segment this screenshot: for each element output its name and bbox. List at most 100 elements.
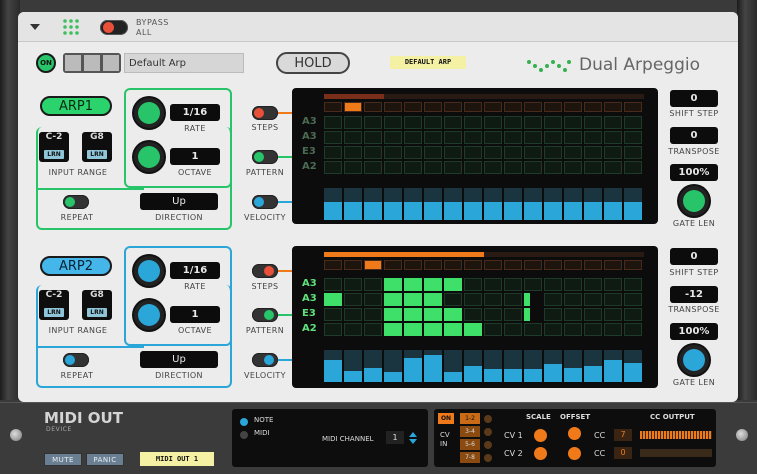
step-length-bar[interactable] (324, 252, 484, 257)
bypass-toggle[interactable] (100, 20, 128, 35)
pattern-cell[interactable] (504, 161, 522, 174)
pattern-cell[interactable] (424, 131, 442, 144)
velocity-bar[interactable] (564, 202, 582, 220)
pattern-cell[interactable] (424, 278, 442, 291)
pattern-cell[interactable] (324, 116, 342, 129)
cv1-scale-knob[interactable] (534, 429, 547, 442)
mute-button[interactable]: MUTE (44, 453, 82, 466)
pattern-cell[interactable] (604, 278, 622, 291)
velocity-bar[interactable] (564, 368, 582, 382)
pattern-cell[interactable] (484, 278, 502, 291)
pattern-cell[interactable] (544, 161, 562, 174)
pattern-cell[interactable] (384, 323, 402, 336)
cv-range-3-4[interactable]: 3-4 (460, 426, 480, 437)
arp2-shift-step-display[interactable]: 0 (670, 248, 718, 265)
pattern-cell[interactable] (544, 278, 562, 291)
pattern-cell[interactable] (464, 161, 482, 174)
step-cell[interactable] (364, 102, 382, 112)
step-cell[interactable] (584, 102, 602, 112)
cv-range-5-6[interactable]: 5-6 (460, 439, 480, 450)
pattern-cell[interactable] (344, 131, 362, 144)
pattern-cell[interactable] (524, 323, 542, 336)
arp1-range-high[interactable]: G8 LRN (82, 132, 112, 162)
pattern-cell[interactable] (624, 146, 642, 159)
pattern-cell[interactable] (564, 116, 582, 129)
velocity-bar[interactable] (444, 202, 462, 220)
pattern-cell[interactable] (484, 323, 502, 336)
velocity-bar[interactable] (384, 202, 402, 220)
pattern-cell[interactable] (504, 323, 522, 336)
pattern-cell[interactable] (564, 278, 582, 291)
arp2-repeat-toggle[interactable] (63, 353, 89, 367)
arp1-octave-knob[interactable] (134, 142, 164, 172)
pattern-cell[interactable] (344, 308, 362, 321)
pattern-cell[interactable] (444, 161, 462, 174)
arp1-rate-knob[interactable] (134, 98, 164, 128)
pattern-cell[interactable] (404, 293, 422, 306)
step-cell[interactable] (384, 102, 402, 112)
pattern-cell[interactable] (464, 308, 482, 321)
cc2-display[interactable]: 0 (614, 447, 632, 459)
arp1-velocity-toggle[interactable] (252, 195, 278, 209)
step-cell[interactable] (584, 260, 602, 270)
velocity-bar[interactable] (424, 202, 442, 220)
pattern-cell[interactable] (364, 278, 382, 291)
pattern-cell[interactable] (324, 161, 342, 174)
step-cell[interactable] (424, 102, 442, 112)
pattern-cell[interactable] (384, 293, 402, 306)
pattern-cell[interactable] (624, 278, 642, 291)
pattern-cell[interactable] (524, 146, 542, 159)
pattern-cell[interactable] (484, 308, 502, 321)
pattern-cell[interactable] (584, 308, 602, 321)
velocity-bar[interactable] (484, 369, 502, 382)
pattern-cell[interactable] (564, 308, 582, 321)
pattern-cell[interactable] (504, 278, 522, 291)
pattern-cell[interactable] (624, 308, 642, 321)
pattern-cell[interactable] (424, 293, 442, 306)
pattern-cell[interactable] (484, 116, 502, 129)
pattern-cell[interactable] (384, 161, 402, 174)
velocity-bar[interactable] (384, 372, 402, 382)
step-cell[interactable] (604, 260, 622, 270)
pattern-cell[interactable] (504, 131, 522, 144)
step-cell[interactable] (544, 260, 562, 270)
step-cell[interactable] (404, 260, 422, 270)
arp2-button[interactable]: ARP2 (40, 256, 112, 276)
velocity-bar[interactable] (504, 202, 522, 220)
arp1-repeat-toggle[interactable] (63, 195, 89, 209)
pattern-cell[interactable] (504, 308, 522, 321)
hold-button[interactable]: HOLD (276, 52, 350, 74)
velocity-bar[interactable] (624, 202, 642, 220)
midi-channel-display[interactable]: 1 (386, 431, 404, 444)
step-cell[interactable] (464, 102, 482, 112)
step-cell[interactable] (484, 260, 502, 270)
note-led[interactable] (240, 418, 248, 426)
cv-on-button[interactable]: ON (438, 413, 454, 424)
velocity-bar[interactable] (464, 366, 482, 382)
pattern-cell[interactable] (324, 131, 342, 144)
pattern-cell[interactable] (444, 293, 462, 306)
step-cell[interactable] (344, 102, 362, 112)
cv2-scale-knob[interactable] (534, 447, 547, 460)
pattern-cell[interactable] (584, 116, 602, 129)
pattern-cell[interactable] (624, 116, 642, 129)
velocity-bar[interactable] (484, 202, 502, 220)
save-disk-icon[interactable] (103, 55, 119, 71)
pattern-cell[interactable] (624, 161, 642, 174)
pattern-cell[interactable] (444, 323, 462, 336)
pattern-cell[interactable] (584, 131, 602, 144)
pattern-cell[interactable] (384, 308, 402, 321)
arp2-direction-display[interactable]: Up (140, 351, 218, 368)
pattern-cell[interactable] (404, 323, 422, 336)
pattern-cell[interactable] (424, 116, 442, 129)
pattern-cell[interactable] (604, 146, 622, 159)
velocity-bar[interactable] (324, 202, 342, 220)
cv2-offset-knob[interactable] (568, 447, 581, 460)
pattern-cell[interactable] (364, 116, 382, 129)
velocity-bar[interactable] (584, 202, 602, 220)
step-cell[interactable] (424, 260, 442, 270)
pattern-cell[interactable] (384, 116, 402, 129)
pattern-cell[interactable] (324, 146, 342, 159)
arp2-steps-toggle[interactable] (252, 264, 278, 278)
pattern-cell[interactable] (324, 323, 342, 336)
